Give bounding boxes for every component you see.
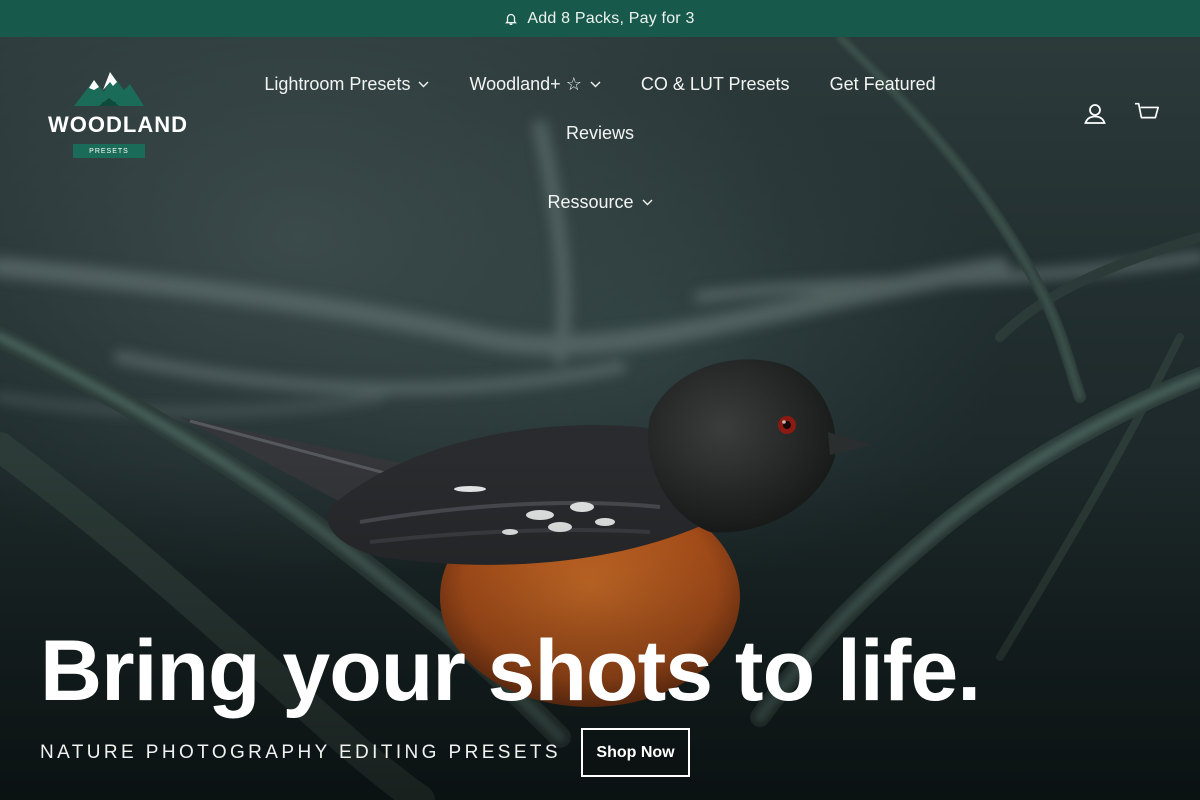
nav-item-get-featured[interactable]: Get Featured [810,70,956,99]
nav-item-label: Lightroom Presets [264,74,411,94]
hero-headline: Bring your shots to life. [40,623,981,719]
hero-subrow: NATURE PHOTOGRAPHY EDITING PRESETS Shop … [40,728,691,777]
chevron-down-icon [642,199,653,206]
cart-icon[interactable] [1134,100,1160,126]
announcement-text: Add 8 Packs, Pay for 3 [527,9,695,27]
nav-item-label: CO & LUT Presets [640,74,790,94]
nav-item-label: Reviews [565,123,635,143]
logo-tagline: PRESETS [73,144,145,158]
main-nav: Lightroom Presets Woodland+ ☆ CO & LUT P… [215,70,985,217]
nav-item-label: Woodland+ ☆ [469,74,582,94]
nav-item-label: Get Featured [829,74,936,94]
header-actions [1082,100,1160,126]
logo-wordmark: WOODLAND [48,112,188,137]
nav-item-woodland-plus[interactable]: Woodland+ ☆ [449,70,620,99]
nav-item-ressource[interactable]: Ressource [527,188,672,217]
account-icon[interactable] [1082,100,1108,126]
site-logo[interactable]: WOODLAND PRESETS [44,68,188,163]
announcement-bar[interactable]: Add 8 Packs, Pay for 3 [0,0,1200,37]
nav-item-lightroom-presets[interactable]: Lightroom Presets [244,70,449,99]
hero-subtitle: NATURE PHOTOGRAPHY EDITING PRESETS [40,741,562,763]
nav-item-reviews[interactable]: Reviews [546,119,654,148]
chevron-down-icon [590,81,601,88]
bell-icon [505,12,518,25]
shop-now-button[interactable]: Shop Now [581,728,691,777]
chevron-down-icon [418,81,429,88]
nav-item-co-lut-presets[interactable]: CO & LUT Presets [621,70,810,99]
nav-item-label: Ressource [547,192,634,212]
